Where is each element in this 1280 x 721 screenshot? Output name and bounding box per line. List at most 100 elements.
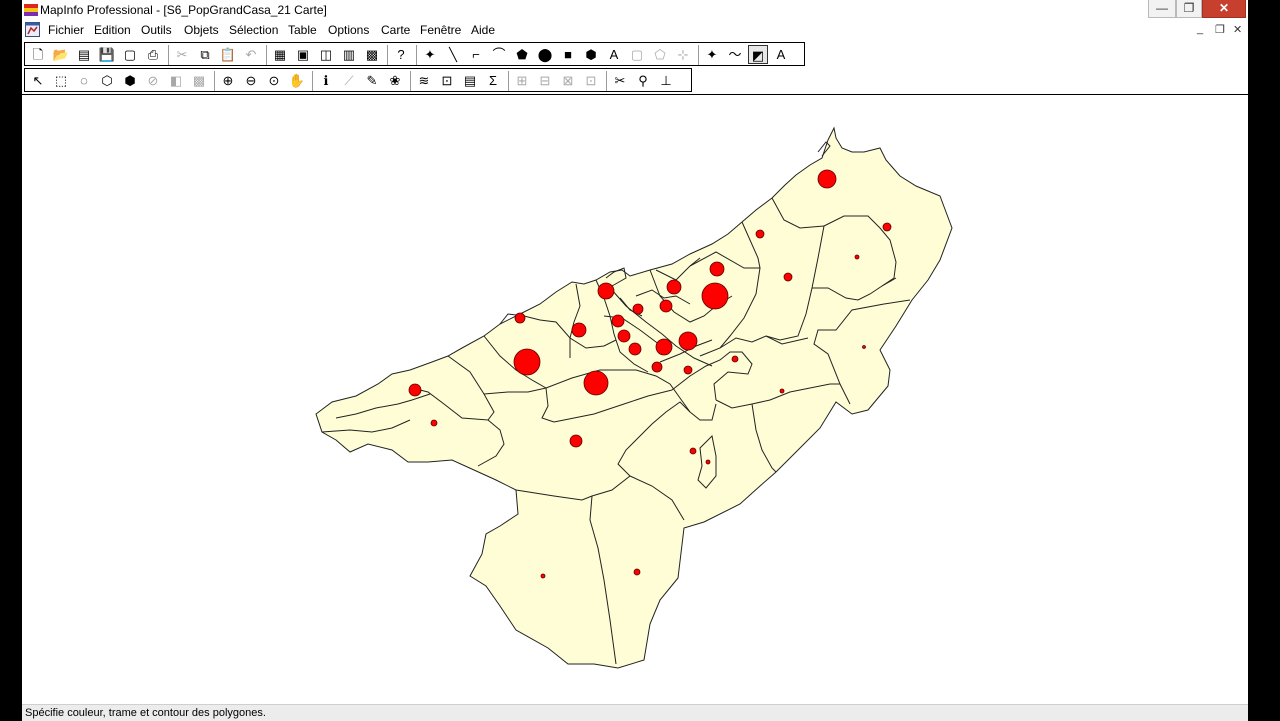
region-style-button[interactable]: ◩ — [748, 45, 768, 64]
layer-control-button[interactable]: ≋ — [414, 71, 434, 90]
help-button[interactable]: ? — [391, 45, 411, 64]
ruler-tool[interactable]: ⊡ — [437, 71, 457, 90]
menu-fenetre[interactable]: Fenêtre — [420, 23, 461, 37]
menu-fichier[interactable]: Fichier — [48, 23, 84, 37]
population-symbol — [514, 312, 526, 324]
undo-button[interactable]: ↶ — [241, 45, 261, 64]
arc-tool[interactable]: ⌒ — [489, 45, 509, 64]
menu-edition[interactable]: Edition — [94, 23, 131, 37]
toolbar-separator — [606, 71, 607, 91]
new-map-button[interactable]: ▣ — [293, 45, 313, 64]
label-tool[interactable]: ✎ — [362, 71, 382, 90]
minimize-button[interactable]: — — [1148, 0, 1176, 18]
polyline-tool[interactable]: ⌐ — [466, 45, 486, 64]
setting-button-2[interactable]: ⊟ — [535, 71, 555, 90]
restore-icon: ❐ — [1183, 1, 1195, 15]
menu-bar: Fichier Edition Outils Objets Sélection … — [22, 20, 1248, 40]
print-button[interactable]: ⎙ — [143, 45, 163, 64]
open-button[interactable]: 📂 — [51, 45, 71, 64]
redistrict-button[interactable]: ▩ — [362, 45, 382, 64]
menu-table[interactable]: Table — [288, 23, 317, 37]
marquee-select-tool[interactable]: ⬚ — [51, 71, 71, 90]
graph-select-button[interactable]: ▩ — [189, 71, 209, 90]
toolbar-separator — [387, 45, 388, 65]
new-graph-button[interactable]: ◫ — [316, 45, 336, 64]
population-symbol — [701, 282, 729, 310]
line-tool[interactable]: ╲ — [443, 45, 463, 64]
population-symbol — [430, 419, 438, 427]
add-node-tool[interactable]: ⊹ — [673, 45, 693, 64]
population-symbol — [705, 459, 711, 465]
ellipse-tool[interactable]: ⬤ — [535, 45, 555, 64]
menu-objets[interactable]: Objets — [184, 23, 219, 37]
open-workspace-button[interactable]: ▤ — [74, 45, 94, 64]
change-view-button[interactable]: ⊙ — [264, 71, 284, 90]
invert-selection-button[interactable]: ◧ — [166, 71, 186, 90]
radius-select-tool[interactable]: ◌ — [74, 71, 94, 90]
zoom-in-tool[interactable]: ⊕ — [218, 71, 238, 90]
window-title: MapInfo Professional - [S6_PopGrandCasa_… — [40, 3, 327, 17]
statistics-button[interactable]: Σ — [483, 71, 503, 90]
new-layout-button[interactable]: ▥ — [339, 45, 359, 64]
grabber-tool[interactable]: ✋ — [287, 71, 307, 90]
unselect-all-button[interactable]: ⊘ — [143, 71, 163, 90]
map-document-icon[interactable] — [25, 22, 40, 37]
map-canvas[interactable] — [22, 95, 1248, 704]
mapinfo-app-icon — [24, 4, 38, 16]
drag-map-tool[interactable]: ❀ — [385, 71, 405, 90]
mdi-minimize-button[interactable]: _ — [1197, 23, 1203, 35]
population-symbol — [854, 254, 860, 260]
mdi-restore-button[interactable]: ❐ — [1215, 23, 1225, 36]
drag-window-tool[interactable]: ⚲ — [633, 71, 653, 90]
menu-carte[interactable]: Carte — [381, 23, 410, 37]
mdi-close-button[interactable]: ✕ — [1233, 23, 1242, 36]
toolbar-area: 🗋 📂 ▤ 💾 ▢ ⎙ ✂ ⧉ 📋 ↶ ▦ ▣ ◫ ▥ ▩? ✦ ╲ ⌐ ⌒ ⬟ ⬤ ■ ⬢ A ▢ ⬠ ⊹ ✦ 〜 ◩ A ↖ ⬚ ◌ ⬡ ⬢ ⊘ ◧… — [22, 40, 1248, 95]
line-style-button[interactable]: 〜 — [725, 45, 745, 64]
copy-button[interactable]: ⧉ — [195, 45, 215, 64]
zoom-out-tool[interactable]: ⊖ — [241, 71, 261, 90]
symbol-tool[interactable]: ✦ — [420, 45, 440, 64]
menu-outils[interactable]: Outils — [141, 23, 172, 37]
menu-selection[interactable]: Sélection — [229, 23, 278, 37]
close-button[interactable]: ✕ — [1202, 0, 1246, 18]
save-copy-button[interactable]: ▢ — [120, 45, 140, 64]
menu-options[interactable]: Options — [328, 23, 369, 37]
info-tool[interactable]: ℹ — [316, 71, 336, 90]
new-table-button[interactable]: 🗋 — [28, 45, 48, 64]
clip-region-button[interactable]: ✂ — [610, 71, 630, 90]
toolbar-separator — [508, 71, 509, 91]
symbol-style-button[interactable]: ✦ — [702, 45, 722, 64]
legend-button[interactable]: ▤ — [460, 71, 480, 90]
text-tool[interactable]: A — [604, 45, 624, 64]
polygon-select-tool[interactable]: ⬡ — [97, 71, 117, 90]
population-symbol — [632, 303, 644, 315]
title-bar[interactable]: MapInfo Professional - [S6_PopGrandCasa_… — [22, 0, 1248, 20]
setting-button-4[interactable]: ⊡ — [581, 71, 601, 90]
frame-tool[interactable]: ▢ — [627, 45, 647, 64]
polygon-tool[interactable]: ⬟ — [512, 45, 532, 64]
setting-button-1[interactable]: ⊞ — [512, 71, 532, 90]
region-layer[interactable] — [315, 126, 953, 669]
population-symbol — [862, 345, 866, 349]
reshape-tool[interactable]: ⬠ — [650, 45, 670, 64]
boundary-select-tool[interactable]: ⬢ — [120, 71, 140, 90]
population-symbol — [689, 447, 697, 455]
main-toolbar: 🗋 📂 ▤ 💾 ▢ ⎙ ✂ ⧉ 📋 ↶ ▦ ▣ ◫ ▥ ▩? ✦ ╲ ⌐ ⌒ ⬟ ⬤ ■ ⬢ A ▢ ⬠ ⊹ ✦ 〜 ◩ A — [24, 42, 805, 66]
maximize-button[interactable]: ❐ — [1176, 0, 1202, 18]
setting-button-3[interactable]: ⊠ — [558, 71, 578, 90]
paste-button[interactable]: 📋 — [218, 45, 238, 64]
rounded-rectangle-tool[interactable]: ⬢ — [581, 45, 601, 64]
select-tool[interactable]: ↖ — [28, 71, 48, 90]
save-button[interactable]: 💾 — [97, 45, 117, 64]
cut-button[interactable]: ✂ — [172, 45, 192, 64]
new-browser-button[interactable]: ▦ — [270, 45, 290, 64]
population-symbol — [513, 348, 541, 376]
population-symbol — [633, 568, 641, 576]
rectangle-tool[interactable]: ■ — [558, 45, 578, 64]
map-window[interactable] — [22, 95, 1248, 704]
drawing-toolbar: ↖ ⬚ ◌ ⬡ ⬢ ⊘ ◧ ▩ ⊕ ⊖ ⊙ ✋ ℹ ⟋ ✎ ❀ ≋ ⊡ ▤ Σ ⊞ ⊟ ⊠ ⊡ ✂ ⚲ ⊥ — [24, 68, 692, 92]
scale-bar-button[interactable]: ⊥ — [656, 71, 676, 90]
menu-aide[interactable]: Aide — [471, 23, 495, 37]
hotlink-tool[interactable]: ⟋ — [339, 71, 359, 90]
text-style-button[interactable]: A — [771, 45, 791, 64]
